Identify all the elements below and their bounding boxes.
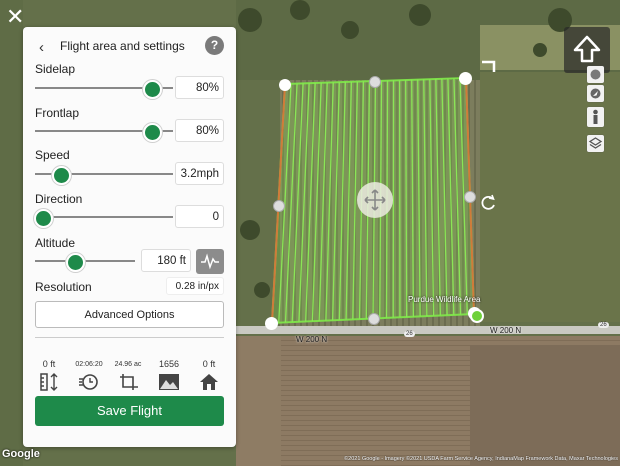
stat-area: 24.96 ac — [114, 361, 142, 368]
speed-label: Speed — [35, 148, 70, 162]
stat-home-elevation: 0 ft — [202, 359, 216, 369]
move-icon — [364, 189, 386, 211]
settings-panel: ‹ Flight area and settings ? Sidelap 80%… — [23, 27, 236, 447]
save-flight-button[interactable]: Save Flight — [35, 396, 224, 426]
slider-thumb[interactable] — [34, 209, 54, 228]
frontlap-label: Frontlap — [35, 106, 80, 120]
home-point-marker[interactable] — [470, 309, 484, 323]
midpoint-handle[interactable] — [273, 200, 285, 212]
slider-thumb[interactable] — [52, 166, 72, 185]
area-icon — [120, 374, 138, 390]
vertex-handle[interactable] — [279, 79, 291, 91]
flight-time-icon — [79, 374, 98, 390]
height-ruler-icon — [40, 373, 58, 391]
frontlap-slider[interactable] — [35, 123, 173, 142]
direction-label: Direction — [35, 192, 83, 206]
slider-thumb[interactable] — [143, 80, 163, 99]
resolution-value: 0.28 in/px — [166, 277, 224, 295]
slider-thumb[interactable] — [143, 123, 163, 142]
stat-height: 0 ft — [42, 359, 56, 369]
altitude-label: Altitude — [35, 236, 76, 250]
frontlap-value[interactable]: 80% — [175, 119, 224, 142]
midpoint-handle[interactable] — [369, 76, 381, 88]
road-label: W 200 N — [490, 326, 522, 335]
sidelap-slider[interactable] — [35, 80, 173, 99]
close-icon[interactable]: ✕ — [6, 4, 24, 30]
terrain-follow-button[interactable] — [196, 249, 224, 274]
rotate-icon[interactable] — [478, 193, 498, 213]
photos-icon — [159, 374, 179, 390]
vertex-handle[interactable] — [459, 72, 472, 85]
speed-slider[interactable] — [35, 166, 173, 185]
road-label: W 200 N — [296, 335, 328, 344]
person-button[interactable] — [587, 107, 604, 127]
route-shield: 26 — [598, 322, 609, 328]
panel-title: Flight area and settings — [60, 39, 185, 53]
route-shield: 26 — [404, 331, 415, 337]
midpoint-handle[interactable] — [464, 191, 476, 203]
direction-value[interactable]: 0 — [175, 205, 224, 228]
resolution-label: Resolution — [35, 280, 92, 294]
corner-marker-icon — [482, 60, 496, 72]
map-attribution: ©2021 Google - Imagery ©2021 USDA Farm S… — [344, 456, 618, 462]
home-elevation-icon — [200, 374, 218, 390]
slider-thumb[interactable] — [66, 253, 85, 272]
layers-icon — [588, 137, 603, 149]
advanced-options-button[interactable]: Advanced Options — [35, 301, 224, 328]
stat-photos: 1656 — [158, 359, 180, 369]
vertex-handle[interactable] — [265, 317, 278, 330]
compass-icon — [590, 88, 601, 99]
midpoint-handle[interactable] — [368, 313, 380, 325]
sidelap-label: Sidelap — [35, 62, 76, 76]
stat-flight-time: 02:06:20 — [75, 361, 103, 368]
altitude-value[interactable]: 180 ft — [141, 249, 191, 272]
place-label: Purdue Wildlife Area — [408, 295, 481, 304]
waveform-icon — [201, 253, 219, 270]
person-icon — [593, 109, 598, 124]
direction-slider[interactable] — [34, 209, 173, 228]
back-chevron-icon[interactable]: ‹ — [39, 39, 44, 56]
compass-button[interactable] — [587, 85, 604, 102]
globe-icon — [590, 69, 601, 80]
google-logo: Google — [2, 448, 40, 460]
altitude-slider[interactable] — [35, 253, 135, 272]
layers-button[interactable] — [587, 135, 604, 152]
divider — [35, 337, 224, 338]
move-handle[interactable] — [357, 182, 393, 218]
globe-button[interactable] — [587, 66, 604, 83]
help-icon[interactable]: ? — [205, 36, 224, 55]
sidelap-value[interactable]: 80% — [175, 76, 224, 99]
speed-value[interactable]: 3.2mph — [175, 162, 224, 185]
